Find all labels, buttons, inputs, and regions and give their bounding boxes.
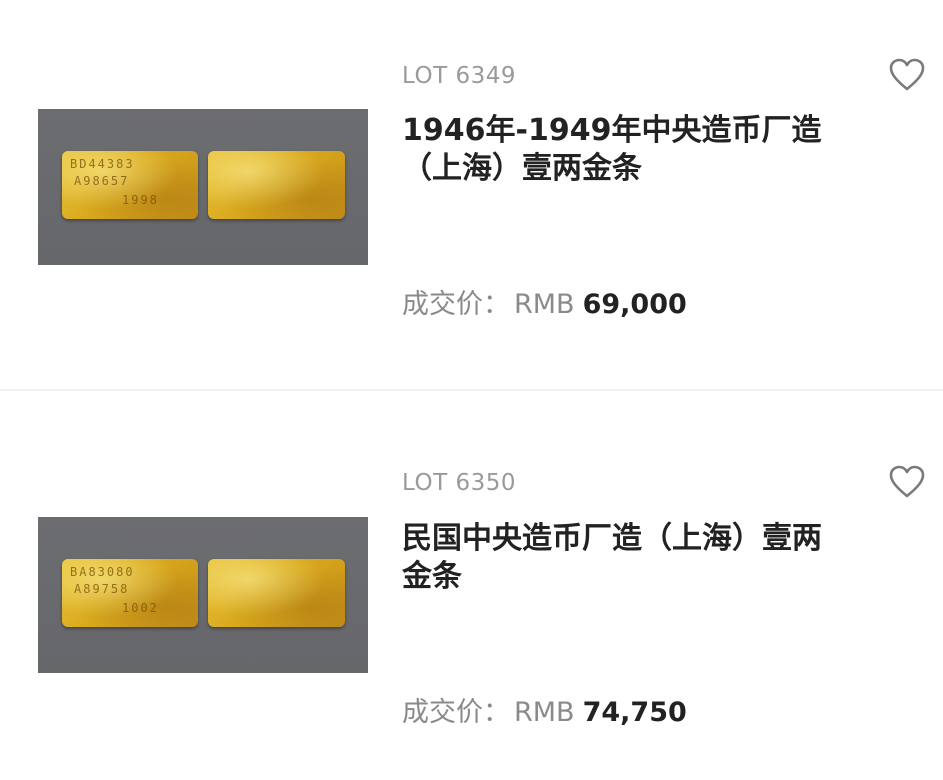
price-value: 74,750	[582, 697, 687, 728]
bar-stamp-text: A89758	[74, 582, 130, 596]
favorite-heart-icon[interactable]	[888, 57, 926, 93]
lot-title-line: 1946年-1949年中央造币厂造	[402, 113, 822, 148]
gold-bar-reverse-side	[208, 559, 345, 627]
gold-bar-stamped-side: BA83080 A89758 1002	[62, 559, 198, 627]
bar-stamp-text: 1998	[122, 193, 159, 207]
heart-icon	[889, 58, 925, 91]
lot-image[interactable]: BD44383 A98657 1998	[38, 109, 368, 265]
lot-number: LOT 6350	[402, 470, 516, 496]
price-value: 69,000	[582, 289, 687, 320]
lot-title-line: 民国中央造币厂造（上海）壹两	[402, 521, 822, 556]
gold-bar-stamped-side: BD44383 A98657 1998	[62, 151, 198, 219]
lot-card[interactable]: BD44383 A98657 1998 LOT 6349 1946年-1949年…	[0, 0, 943, 391]
gold-bar-reverse-side	[208, 151, 345, 219]
price-row: 成交价： RMB 74,750	[402, 690, 687, 729]
price-label: 成交价：	[402, 697, 510, 728]
bar-stamp-text: BD44383	[70, 157, 135, 171]
price-label: 成交价：	[402, 289, 510, 320]
bar-stamp-text: A98657	[74, 174, 130, 188]
lot-image[interactable]: BA83080 A89758 1002	[38, 517, 368, 673]
price-currency: RMB	[514, 289, 575, 320]
lot-title-line: （上海）壹两金条	[402, 151, 642, 186]
lot-title-line: 金条	[402, 559, 462, 594]
favorite-heart-icon[interactable]	[888, 464, 926, 500]
bar-stamp-text: BA83080	[70, 565, 135, 579]
lot-title[interactable]: 1946年-1949年中央造币厂造 （上海）壹两金条	[402, 112, 882, 188]
lot-title[interactable]: 民国中央造币厂造（上海）壹两 金条	[402, 520, 882, 596]
price-row: 成交价： RMB 69,000	[402, 282, 687, 321]
price-currency: RMB	[514, 697, 575, 728]
lot-card[interactable]: BA83080 A89758 1002 LOT 6350 民国中央造币厂造（上海…	[0, 390, 943, 780]
bar-stamp-text: 1002	[122, 601, 159, 615]
lot-number: LOT 6349	[402, 63, 516, 89]
heart-icon	[889, 465, 925, 498]
